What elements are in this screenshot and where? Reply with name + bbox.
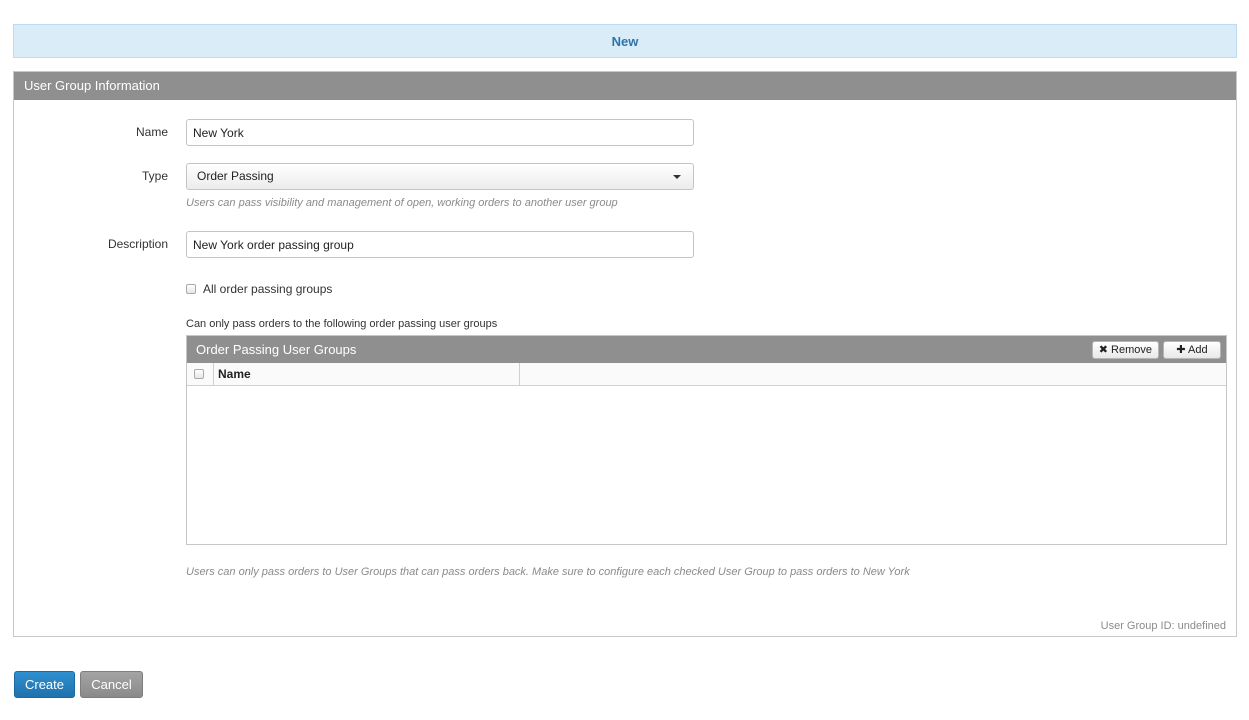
name-label: Name [135,125,168,139]
select-all-checkbox[interactable] [194,369,204,379]
create-button[interactable]: Create [14,671,75,698]
user-group-id: User Group ID: undefined [1100,620,1226,632]
plus-icon: ✚ [1176,344,1186,356]
x-icon: ✖ [1098,344,1108,356]
type-select[interactable]: Order Passing [186,163,694,190]
footer-help-text: Users can only pass orders to User Group… [186,566,910,578]
remove-button-label: Remove [1111,344,1152,356]
type-select-value: Order Passing [197,169,274,183]
grid-header-row: Name [187,363,1226,386]
page-title-banner: New [13,24,1237,58]
grid-title: Order Passing User Groups [196,342,357,357]
description-input[interactable] [186,231,694,258]
name-input[interactable] [186,119,694,146]
all-groups-label: All order passing groups [203,282,333,296]
grid-header-check-cell [187,363,214,386]
add-button[interactable]: ✚ Add [1163,341,1221,359]
caret-down-icon [673,175,681,179]
page-title: New [611,33,639,49]
grid-title-bar: Order Passing User Groups ✖ Remove ✚ Add [187,336,1226,363]
type-help-text: Users can pass visibility and management… [186,197,618,209]
cancel-button[interactable]: Cancel [80,671,143,698]
panel-heading: User Group Information [14,72,1236,100]
description-label: Description [107,237,168,251]
all-groups-checkbox[interactable] [186,284,196,294]
type-label: Type [141,169,168,183]
grid-body [187,386,1226,543]
user-group-information-panel: User Group Information Name Type Order P… [13,71,1237,637]
grid-intro-text: Can only pass orders to the following or… [186,318,498,330]
add-button-label: Add [1188,344,1208,356]
remove-button[interactable]: ✖ Remove [1091,341,1159,359]
grid-header-name[interactable]: Name [214,363,520,386]
order-passing-groups-grid: Order Passing User Groups ✖ Remove ✚ Add… [186,335,1227,545]
